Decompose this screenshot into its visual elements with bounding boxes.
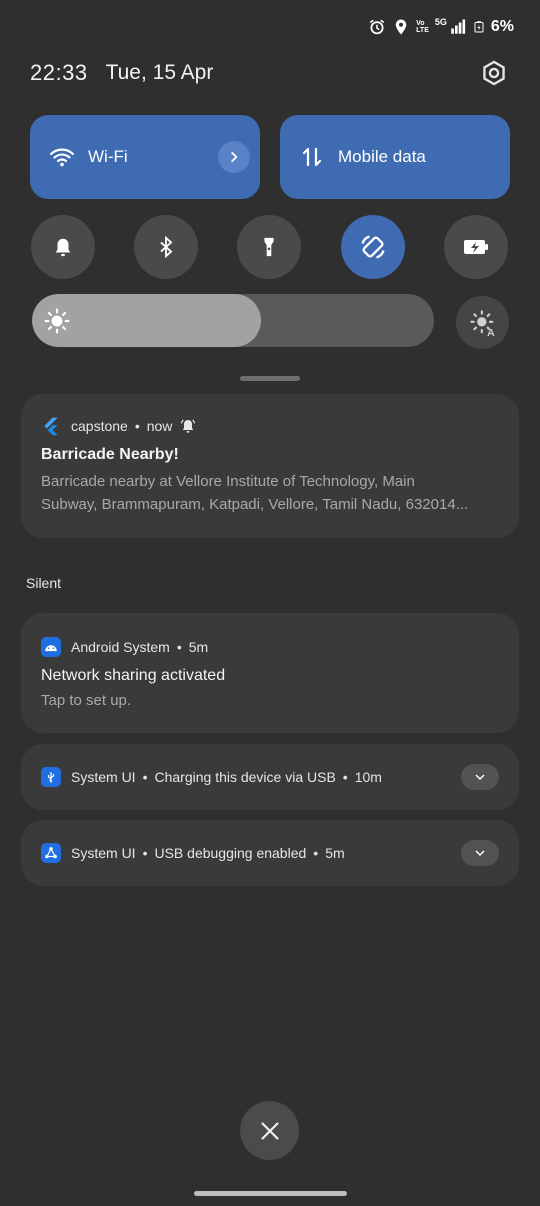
brightness-icon <box>44 308 70 334</box>
sound-toggle[interactable] <box>31 215 95 279</box>
notification-body-line-1: Barricade nearby at Vellore Institute of… <box>41 473 415 490</box>
notification-header: Android System • 5m <box>41 635 499 659</box>
android-app-icon <box>41 637 61 657</box>
settings-button[interactable] <box>478 57 510 89</box>
signal-icon <box>451 19 465 34</box>
notification-header: capstone • now <box>41 414 499 438</box>
notification-body: Barricade nearby at Vellore Institute of… <box>41 470 499 516</box>
wifi-tile[interactable]: Wi-Fi <box>30 115 260 199</box>
mobile-data-label: Mobile data <box>338 147 426 166</box>
brightness-slider[interactable] <box>32 294 434 347</box>
wifi-details-button[interactable] <box>218 141 250 173</box>
app-name: System UI <box>71 769 136 785</box>
separator-dot: • <box>176 639 182 655</box>
chevron-down-icon <box>475 850 485 857</box>
expand-button[interactable] <box>461 764 499 790</box>
notification-text: Charging this device via USB <box>154 769 336 785</box>
bluetooth-toggle[interactable] <box>134 215 198 279</box>
app-name: System UI <box>71 845 136 861</box>
battery-icon <box>474 21 484 33</box>
notification-time: 10m <box>354 769 382 785</box>
clock[interactable]: 22:33 <box>30 60 88 86</box>
separator-dot: • <box>313 845 319 861</box>
flashlight-toggle[interactable] <box>237 215 301 279</box>
auto-rotate-toggle[interactable] <box>341 215 405 279</box>
location-icon <box>395 19 407 35</box>
app-name: Android System <box>71 639 170 655</box>
battery-percent: 6% <box>490 18 514 35</box>
notification-title: Network sharing activated <box>41 667 226 684</box>
close-icon <box>260 1121 279 1140</box>
notification-time: 5m <box>188 639 209 655</box>
wifi-icon <box>50 148 74 167</box>
usb-icon <box>41 767 61 787</box>
gear-icon <box>483 60 505 86</box>
notification-android-system[interactable]: Android System • 5m Network sharing acti… <box>21 613 519 733</box>
header: 22:33 Tue, 15 Apr <box>30 55 510 91</box>
notification-text: USB debugging enabled <box>154 845 307 861</box>
notification-body-line-2: Subway, Brammapuram, Katpadi, Vellore, T… <box>41 496 469 513</box>
alarm-icon <box>369 19 385 35</box>
mobile-data-icon <box>302 147 322 167</box>
battery-saver-toggle[interactable] <box>444 215 508 279</box>
bluetooth-icon <box>160 236 173 258</box>
separator-dot: • <box>142 769 148 785</box>
separator-dot: • <box>342 769 348 785</box>
chevron-right-icon <box>231 151 238 163</box>
notification-time: now <box>146 418 173 434</box>
notification-summary: System UI • Charging this device via USB… <box>71 765 382 789</box>
status-bar: Vo LTE 5G 6% <box>368 14 514 40</box>
rotate-icon <box>361 235 385 259</box>
notification-summary: System UI • USB debugging enabled • 5m <box>71 841 345 865</box>
mobile-data-tile[interactable]: Mobile data <box>280 115 510 199</box>
separator-dot: • <box>142 845 148 861</box>
flutter-app-icon <box>44 417 58 436</box>
app-name: capstone <box>71 418 128 434</box>
svg-text:A: A <box>487 326 495 336</box>
notification-time: 5m <box>325 845 345 861</box>
wifi-label: Wi-Fi <box>88 147 128 166</box>
network-type: 5G <box>434 17 447 27</box>
panel-drag-handle[interactable] <box>240 376 300 381</box>
expand-button[interactable] <box>461 840 499 866</box>
separator-dot: • <box>134 418 140 434</box>
notification-usb-debugging[interactable]: System UI • USB debugging enabled • 5m <box>21 820 519 886</box>
alerting-bell-icon <box>181 419 196 433</box>
silent-section-label: Silent <box>26 575 62 591</box>
notification-body: Tap to set up. <box>41 692 132 709</box>
auto-brightness-button[interactable]: A <box>456 296 509 349</box>
clear-all-button[interactable] <box>240 1101 299 1160</box>
chevron-down-icon <box>475 774 485 781</box>
bell-icon <box>55 238 71 257</box>
notification-title: Barricade Nearby! <box>41 446 179 463</box>
volte-icon: Vo LTE <box>416 20 429 34</box>
flashlight-icon <box>264 237 274 257</box>
notification-usb-charging[interactable]: System UI • Charging this device via USB… <box>21 744 519 810</box>
battery-saver-icon <box>464 240 488 254</box>
navigation-handle[interactable] <box>194 1191 347 1196</box>
notification-capstone[interactable]: capstone • now Barricade Nearby! Barrica… <box>21 394 519 538</box>
auto-brightness-icon: A <box>469 309 495 337</box>
debugging-icon <box>41 843 61 863</box>
date[interactable]: Tue, 15 Apr <box>106 61 214 85</box>
